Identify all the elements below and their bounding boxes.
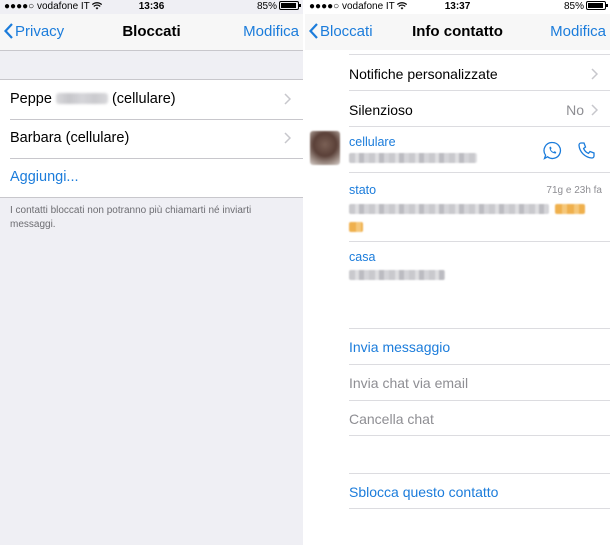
- phone-field-label: cellulare: [349, 135, 396, 149]
- battery-indicator: 85%: [563, 1, 608, 12]
- chevron-left-icon: [3, 23, 13, 39]
- blurred-status-emoji: [555, 204, 585, 214]
- nav-bar: Bloccati Info contatto Modifica: [305, 14, 610, 50]
- unblock-contact-button[interactable]: Sblocca questo contatto: [349, 473, 610, 509]
- home-field-label: casa: [349, 250, 376, 264]
- nav-bar: Privacy Bloccati Modifica: [0, 14, 303, 51]
- clear-chat-button[interactable]: Cancella chat: [349, 400, 610, 436]
- separator: [349, 241, 610, 242]
- blurred-home-number[interactable]: [349, 270, 445, 280]
- blocked-contact-barbara[interactable]: Barbara (cellulare): [0, 119, 303, 158]
- status-bar: ●●●●○ vodafone IT 13:36 85%: [0, 0, 303, 14]
- status-field-label: stato: [349, 183, 377, 197]
- battery-indicator: 85%: [256, 1, 301, 12]
- blurred-status-text: [349, 204, 549, 214]
- separator: [349, 172, 610, 173]
- contact-avatar: [310, 131, 340, 165]
- add-blocked-contact-button[interactable]: Aggiungi...: [0, 158, 303, 197]
- contact-name: Barbara (cellulare): [10, 130, 130, 146]
- edit-button[interactable]: Modifica: [243, 23, 299, 40]
- mute-row[interactable]: Silenzioso No: [349, 91, 610, 127]
- battery-percent: 85%: [563, 1, 584, 12]
- mute-value: No: [566, 102, 584, 118]
- email-chat-button[interactable]: Invia chat via email: [349, 364, 610, 400]
- status-timestamp: 71g e 23h fa: [546, 185, 602, 196]
- chevron-right-icon: [591, 104, 598, 116]
- contact-type: (cellulare): [111, 91, 176, 107]
- battery-percent: 85%: [256, 1, 277, 12]
- blocked-contacts-screen: ●●●●○ vodafone IT 13:36 85% Privacy Bloc…: [0, 0, 303, 545]
- phone-icon[interactable]: [577, 141, 596, 160]
- contact-first-name: Peppe: [10, 91, 52, 107]
- blocked-contact-peppe[interactable]: Peppe (cellulare): [0, 80, 303, 119]
- chevron-right-icon: [284, 132, 291, 144]
- blurred-surname: [55, 93, 108, 104]
- back-label: Bloccati: [320, 23, 373, 40]
- chevron-right-icon: [284, 93, 291, 105]
- battery-icon: [586, 1, 608, 10]
- blocked-list: Peppe (cellulare) Barbara (cellulare) Agg…: [0, 79, 303, 198]
- edit-button[interactable]: Modifica: [550, 23, 606, 40]
- battery-icon: [279, 1, 301, 10]
- contact-info-screen: ●●●●○ vodafone IT 13:37 85% Bloccati Inf…: [305, 0, 610, 545]
- back-label: Privacy: [15, 23, 65, 40]
- blurred-status-emoji: [349, 222, 363, 232]
- chevron-right-icon: [591, 68, 598, 80]
- mute-label: Silenzioso: [349, 102, 413, 118]
- back-button-bloccati[interactable]: Bloccati: [308, 23, 373, 40]
- whatsapp-icon[interactable]: [543, 141, 562, 160]
- blurred-phone-number[interactable]: [349, 153, 477, 163]
- back-button-privacy[interactable]: Privacy: [3, 23, 65, 40]
- send-message-button[interactable]: Invia messaggio: [349, 328, 610, 364]
- chevron-left-icon: [308, 23, 318, 39]
- custom-notifications-label: Notifiche personalizzate: [349, 66, 498, 82]
- blocked-footnote: I contatti bloccati non potranno più chi…: [10, 205, 252, 230]
- custom-notifications-row[interactable]: Notifiche personalizzate: [349, 54, 610, 91]
- status-bar: ●●●●○ vodafone IT 13:37 85%: [305, 0, 610, 14]
